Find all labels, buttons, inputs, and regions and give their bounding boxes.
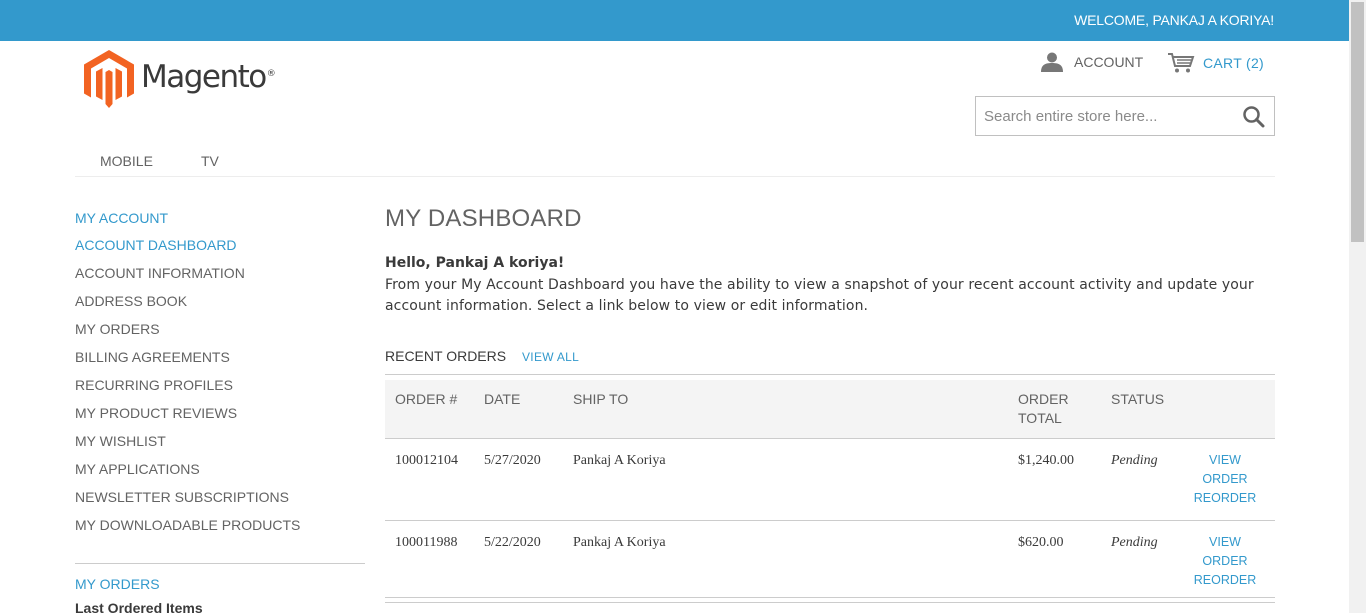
- site-logo[interactable]: Magento®: [84, 50, 276, 108]
- sidebar-title: MY ACCOUNT: [75, 210, 169, 226]
- col-order-number: ORDER #: [395, 391, 458, 407]
- order-ship-to: Pankaj A Koriya: [563, 438, 1008, 521]
- search-icon: [1243, 106, 1265, 128]
- col-date: DATE: [484, 391, 521, 407]
- sidebar-item-billing-agreements[interactable]: BILLING AGREEMENTS: [75, 349, 230, 365]
- order-date: 5/27/2020: [474, 438, 563, 521]
- sidebar-divider: [75, 563, 365, 564]
- col-ship-to: SHIP TO: [573, 391, 629, 407]
- recent-orders-table: ORDER # DATE SHIP TO ORDER TOTAL STATUS …: [385, 380, 1275, 603]
- sidebar-item-my-downloadable-products[interactable]: MY DOWNLOADABLE PRODUCTS: [75, 517, 300, 533]
- main-nav: MOBILE TV: [75, 149, 1275, 177]
- sidebar-item-account-dashboard[interactable]: ACCOUNT DASHBOARD: [75, 237, 237, 253]
- sidebar-item-address-book[interactable]: ADDRESS BOOK: [75, 293, 187, 309]
- sidebar-item-recurring-profiles[interactable]: RECURRING PROFILES: [75, 377, 233, 393]
- table-row: 100011988 5/22/2020 Pankaj A Koriya $620…: [385, 520, 1275, 603]
- account-label: ACCOUNT: [1074, 54, 1144, 70]
- section-divider: [385, 597, 1275, 598]
- top-bar: WELCOME, PANKAJ A KORIYA!: [0, 0, 1349, 41]
- col-status: STATUS: [1111, 391, 1165, 407]
- order-actions: VIEW ORDER REORDER: [1175, 520, 1275, 603]
- scrollbar-thumb[interactable]: [1351, 2, 1364, 242]
- order-total: $1,240.00: [1008, 438, 1101, 521]
- order-number: 100011988: [385, 520, 474, 603]
- view-order-link[interactable]: VIEW ORDER: [1185, 533, 1265, 571]
- account-sidebar: MY ACCOUNT ACCOUNT DASHBOARD ACCOUNT INF…: [75, 209, 365, 613]
- welcome-message: WELCOME, PANKAJ A KORIYA!: [1074, 12, 1274, 28]
- view-all-orders-link[interactable]: VIEW ALL: [522, 350, 579, 364]
- hello-message: Hello, Pankaj A koriya!: [385, 255, 565, 271]
- order-status: Pending: [1101, 520, 1175, 603]
- dashboard-intro: From your My Account Dashboard you have …: [385, 277, 1254, 314]
- table-row: 100012104 5/27/2020 Pankaj A Koriya $1,2…: [385, 438, 1275, 521]
- reorder-link[interactable]: REORDER: [1185, 571, 1265, 590]
- recent-orders-title: RECENT ORDERS: [385, 348, 507, 364]
- order-number: 100012104: [385, 438, 474, 521]
- order-ship-to: Pankaj A Koriya: [563, 520, 1008, 603]
- view-order-link[interactable]: VIEW ORDER: [1185, 451, 1265, 489]
- sidebar-item-my-wishlist[interactable]: MY WISHLIST: [75, 433, 166, 449]
- search-box: [975, 96, 1275, 136]
- sidebar-item-account-information[interactable]: ACCOUNT INFORMATION: [75, 265, 245, 281]
- nav-item-mobile[interactable]: MOBILE: [100, 153, 153, 169]
- nav-item-tv[interactable]: TV: [201, 153, 219, 169]
- search-input[interactable]: [976, 97, 1226, 135]
- order-status: Pending: [1101, 438, 1175, 521]
- last-ordered-items-title: Last Ordered Items: [75, 600, 203, 613]
- magento-logo-icon: [84, 50, 134, 108]
- sidebar-my-orders-title[interactable]: MY ORDERS: [75, 576, 160, 592]
- vertical-scrollbar[interactable]: [1349, 0, 1366, 613]
- sidebar-item-newsletter-subscriptions[interactable]: NEWSLETTER SUBSCRIPTIONS: [75, 489, 289, 505]
- user-icon: [1041, 52, 1063, 72]
- logo-text: Magento®: [141, 59, 276, 95]
- cart-link[interactable]: CART (2): [1167, 52, 1264, 74]
- reorder-link[interactable]: REORDER: [1185, 489, 1265, 508]
- table-top-border: [385, 374, 1275, 375]
- order-total: $620.00: [1008, 520, 1101, 603]
- table-header-row: ORDER # DATE SHIP TO ORDER TOTAL STATUS: [385, 380, 1275, 439]
- logo-registered-mark: ®: [266, 68, 276, 79]
- search-button[interactable]: [1242, 105, 1266, 129]
- account-link[interactable]: ACCOUNT: [1041, 52, 1143, 72]
- sidebar-item-my-applications[interactable]: MY APPLICATIONS: [75, 461, 200, 477]
- sidebar-item-my-orders[interactable]: MY ORDERS: [75, 321, 160, 337]
- col-actions: [1175, 380, 1275, 439]
- order-actions: VIEW ORDER REORDER: [1175, 438, 1275, 521]
- page-title: MY DASHBOARD: [385, 205, 582, 232]
- order-date: 5/22/2020: [474, 520, 563, 603]
- cart-icon: [1168, 53, 1195, 73]
- sidebar-item-my-product-reviews[interactable]: MY PRODUCT REVIEWS: [75, 405, 237, 421]
- cart-label: CART (2): [1203, 55, 1265, 71]
- dashboard-main: MY DASHBOARD Hello, Pankaj A koriya! Fro…: [385, 205, 1275, 603]
- col-order-total: ORDER TOTAL: [1018, 391, 1069, 426]
